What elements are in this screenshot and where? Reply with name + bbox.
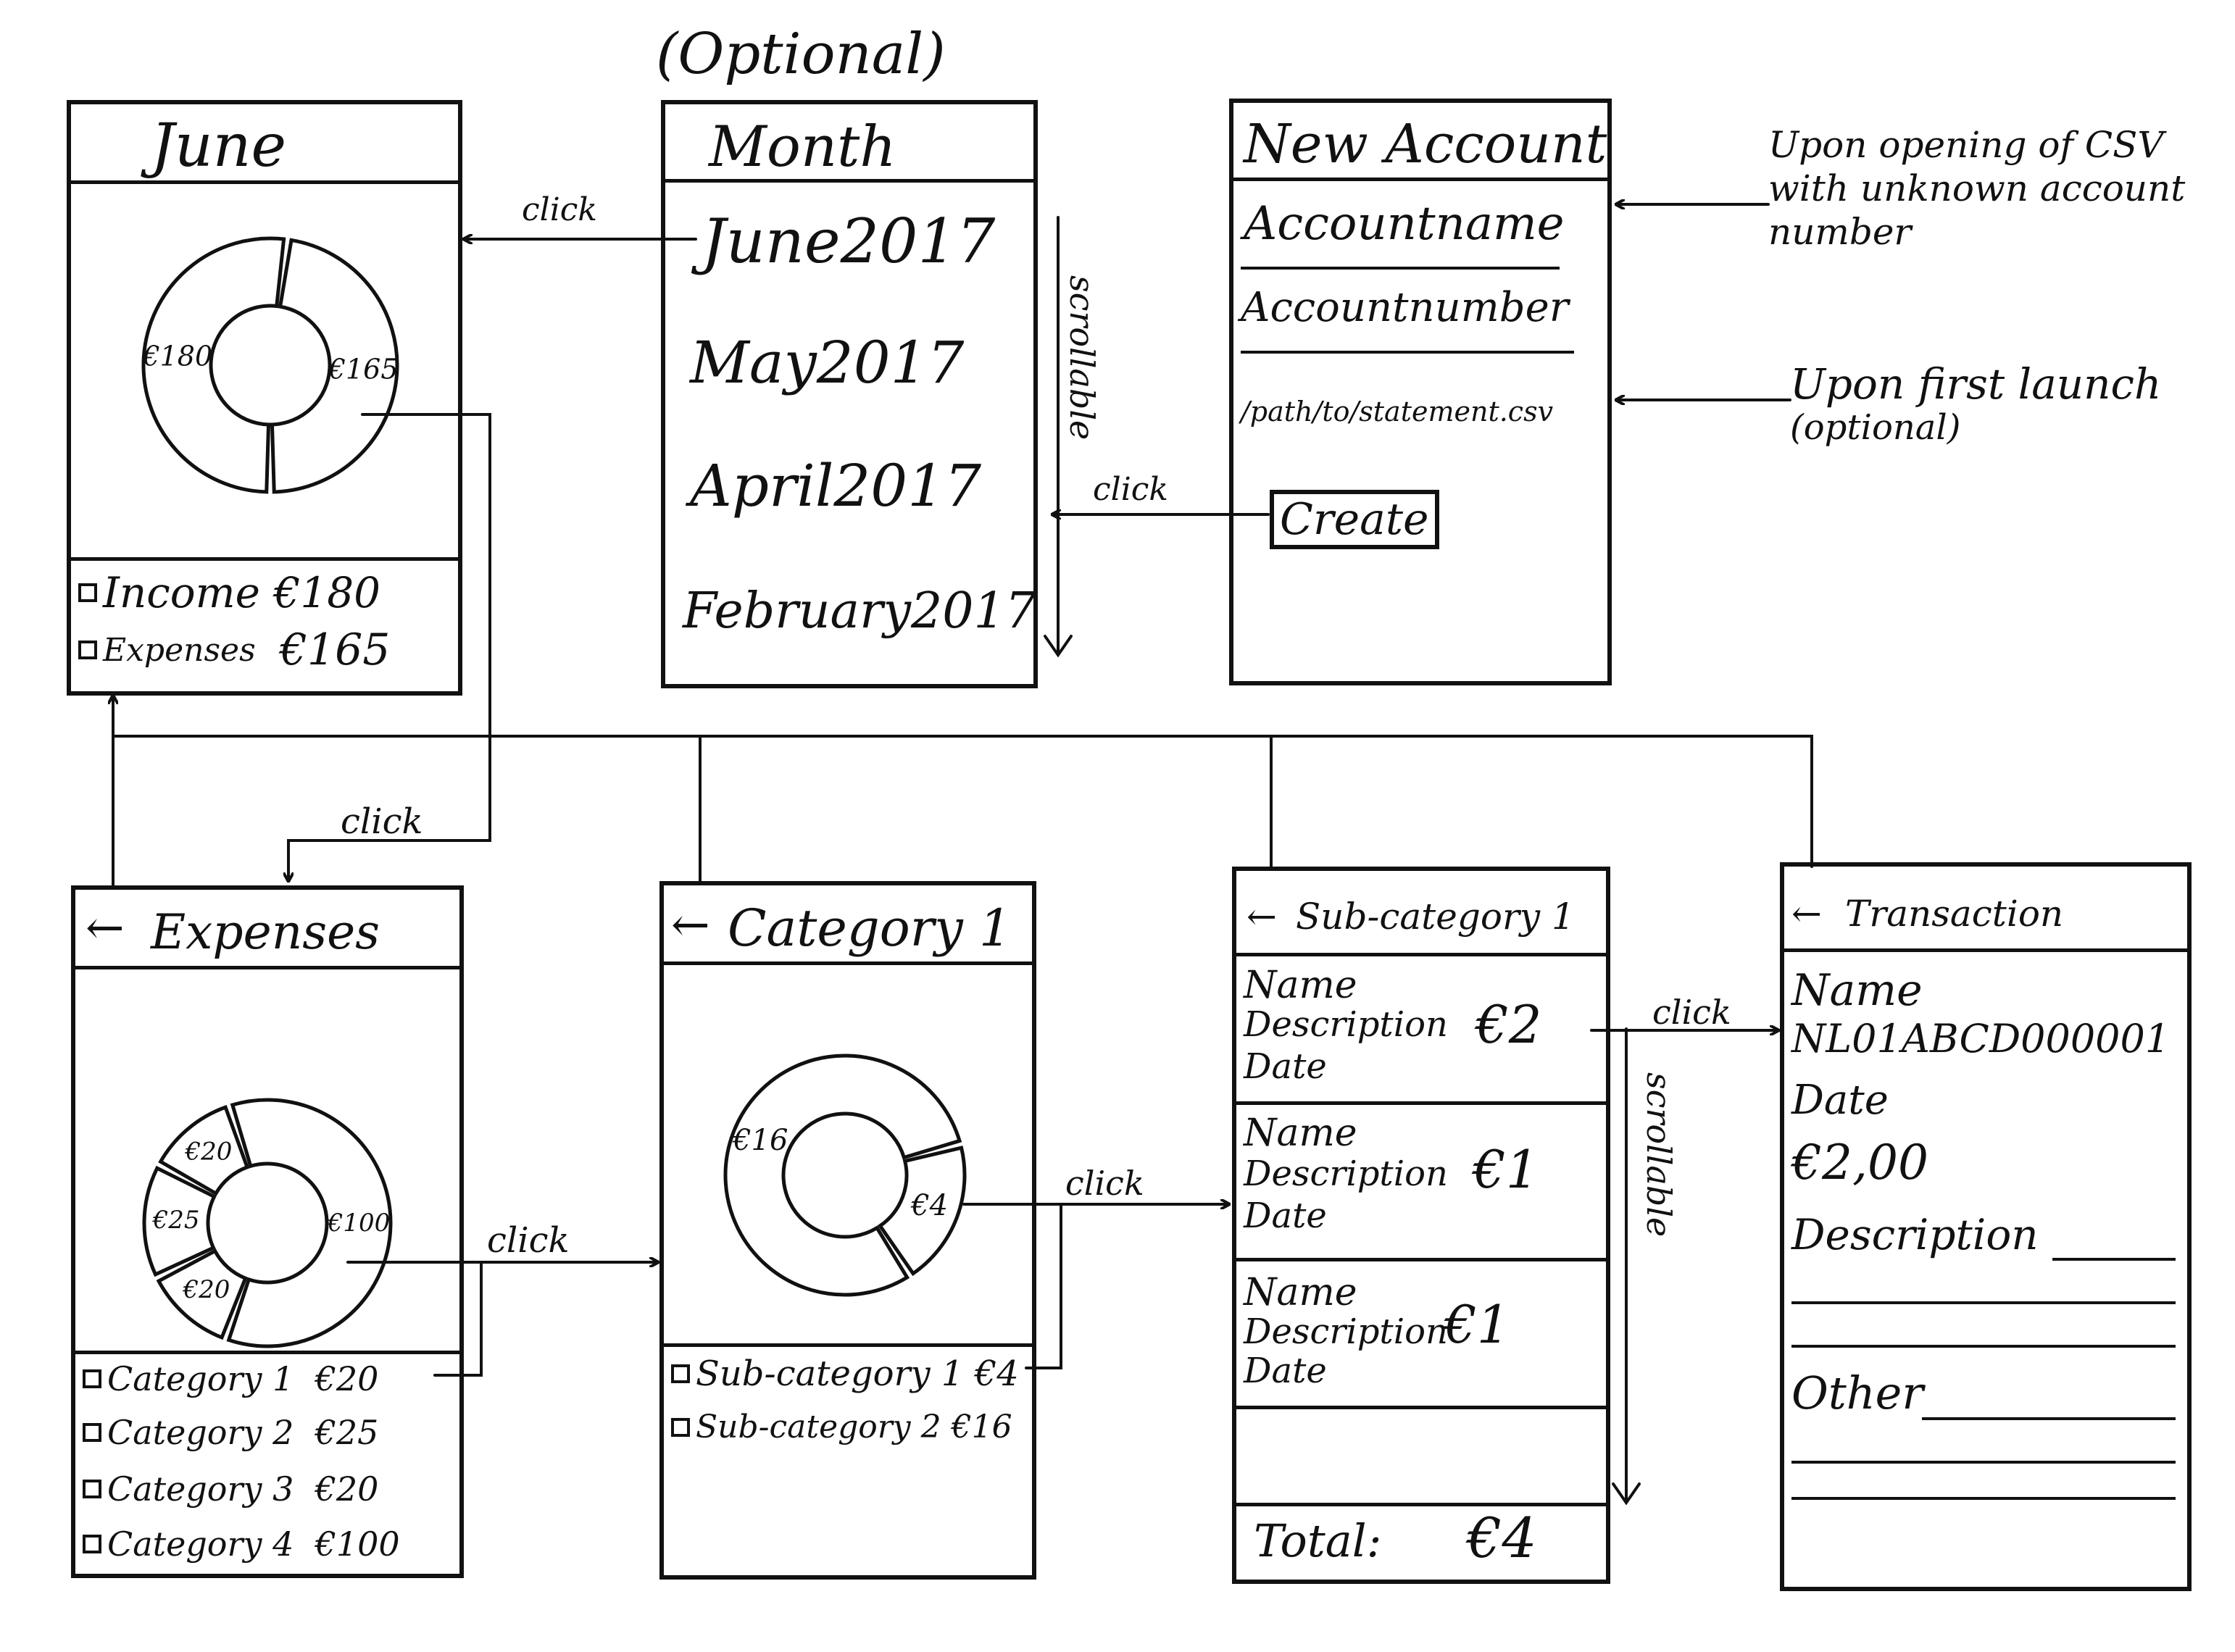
checkbox-icon[interactable] — [671, 1417, 690, 1437]
legend-item-category-3[interactable]: Category 3 €20 — [83, 1469, 378, 1509]
checkbox-icon[interactable] — [78, 641, 97, 659]
summary-slice-label: €180 — [141, 341, 212, 372]
expenses-slice-label: €20 — [185, 1137, 233, 1166]
legend-item-sub-category-2[interactable]: Sub-category 2 €16 — [671, 1409, 1012, 1446]
note-first-launch: Upon first launch (optional) — [1790, 359, 2162, 448]
total-label: Total: — [1254, 1514, 1382, 1567]
legend-item-income[interactable]: Income €180 — [78, 568, 380, 617]
month-list-item[interactable]: February2017 — [683, 583, 1036, 640]
transaction-amount: €2,00 — [1791, 1135, 1928, 1190]
click-label: click — [341, 801, 423, 842]
checkbox-icon[interactable] — [83, 1480, 101, 1498]
checkbox-icon[interactable] — [671, 1364, 690, 1383]
new-account-screen: New Account Accountname Accountnumber /p… — [1229, 99, 1612, 685]
subcategory-screen: ← Sub-category 1 Name Description €2 Dat… — [1232, 867, 1610, 1584]
transaction-row[interactable]: Name Description €1 Date — [1236, 1101, 1606, 1258]
transaction-description-label: Description — [1791, 1210, 2039, 1259]
click-label: click — [1652, 993, 1731, 1032]
month-summary-screen: June €180 €165 Income €180 Expenses €165 — [67, 100, 462, 696]
arrow-left-icon[interactable]: ← — [1246, 896, 1277, 938]
month-list-header: Month — [665, 104, 1033, 183]
category-screen: ← Category 1 €4 €16 Sub-category 1 €4 Sub… — [659, 881, 1036, 1580]
click-label: click — [1065, 1164, 1144, 1203]
click-label: click — [487, 1220, 570, 1261]
transaction-other-label: Other — [1791, 1367, 1924, 1419]
optional-note: (Optional) — [656, 22, 946, 87]
total-value: €4 — [1467, 1506, 1537, 1570]
checkbox-icon[interactable] — [83, 1423, 101, 1442]
category-slice-label: €4 — [910, 1189, 948, 1222]
category-slice-label: €16 — [732, 1124, 788, 1157]
transaction-name-label: Name — [1791, 965, 1923, 1016]
legend-item-sub-category-1[interactable]: Sub-category 1 €4 — [671, 1353, 1019, 1394]
expenses-slice-label: €20 — [183, 1275, 230, 1304]
account-name-field[interactable]: Accountname — [1244, 197, 1565, 251]
checkbox-icon[interactable] — [78, 583, 97, 602]
click-label: click — [522, 191, 598, 228]
legend-item-category-1[interactable]: Category 1 €20 — [83, 1359, 378, 1398]
subcategory-title: Sub-category 1 — [1296, 896, 1575, 938]
transaction-row[interactable]: Name Description €1 Date — [1236, 1258, 1606, 1406]
category-donut: €4 €16 — [723, 1054, 967, 1297]
checkbox-icon[interactable] — [83, 1369, 101, 1388]
expenses-slice-label: €100 — [327, 1209, 391, 1238]
legend-item-category-4[interactable]: Category 4 €100 — [83, 1524, 400, 1564]
transaction-account: NL01ABCD000001 — [1791, 1016, 2171, 1061]
scrollable-note-month: scrollable — [1062, 275, 1102, 441]
new-account-header: New Account — [1233, 103, 1607, 181]
month-list-item[interactable]: June2017 — [702, 206, 995, 277]
subcategory-header: ← Sub-category 1 — [1236, 871, 1606, 956]
csv-path-field[interactable]: /path/to/statement.csv — [1241, 396, 1553, 427]
summary-slice-label: €165 — [328, 353, 399, 385]
click-label: click — [1093, 471, 1169, 508]
scrollable-note-subcategory: scrollable — [1639, 1072, 1678, 1238]
expenses-slice-label: €25 — [152, 1206, 200, 1235]
note-csv: Upon opening of CSV with unknown account… — [1768, 124, 2186, 253]
transaction-screen: ← Transaction Name NL01ABCD000001 Date €… — [1780, 862, 2192, 1591]
month-list-item[interactable]: May2017 — [690, 329, 964, 396]
expenses-screen: ← Expenses €20 €25 €20 €100 Category 1 €20 … — [71, 885, 464, 1578]
transaction-title: Transaction — [1845, 893, 2064, 935]
new-account-title: New Account — [1244, 113, 1607, 175]
checkbox-icon[interactable] — [83, 1535, 101, 1553]
arrow-left-icon[interactable]: ← — [1791, 893, 1822, 935]
month-list-item[interactable]: April2017 — [690, 452, 981, 520]
transaction-header: ← Transaction — [1784, 867, 2187, 952]
month-list-title: Month — [709, 114, 896, 180]
legend-item-expenses[interactable]: Expenses €165 — [78, 625, 390, 675]
month-list-screen: Month June2017 May2017 April2017 Februar… — [661, 100, 1038, 688]
legend-item-category-2[interactable]: Category 2 €25 — [83, 1413, 378, 1452]
transaction-row[interactable]: Name Description €2 Date — [1236, 956, 1606, 1101]
create-button[interactable]: Create — [1270, 490, 1439, 549]
account-number-field[interactable]: Accountnumber — [1241, 284, 1569, 331]
transaction-date-label: Date — [1791, 1077, 1889, 1124]
